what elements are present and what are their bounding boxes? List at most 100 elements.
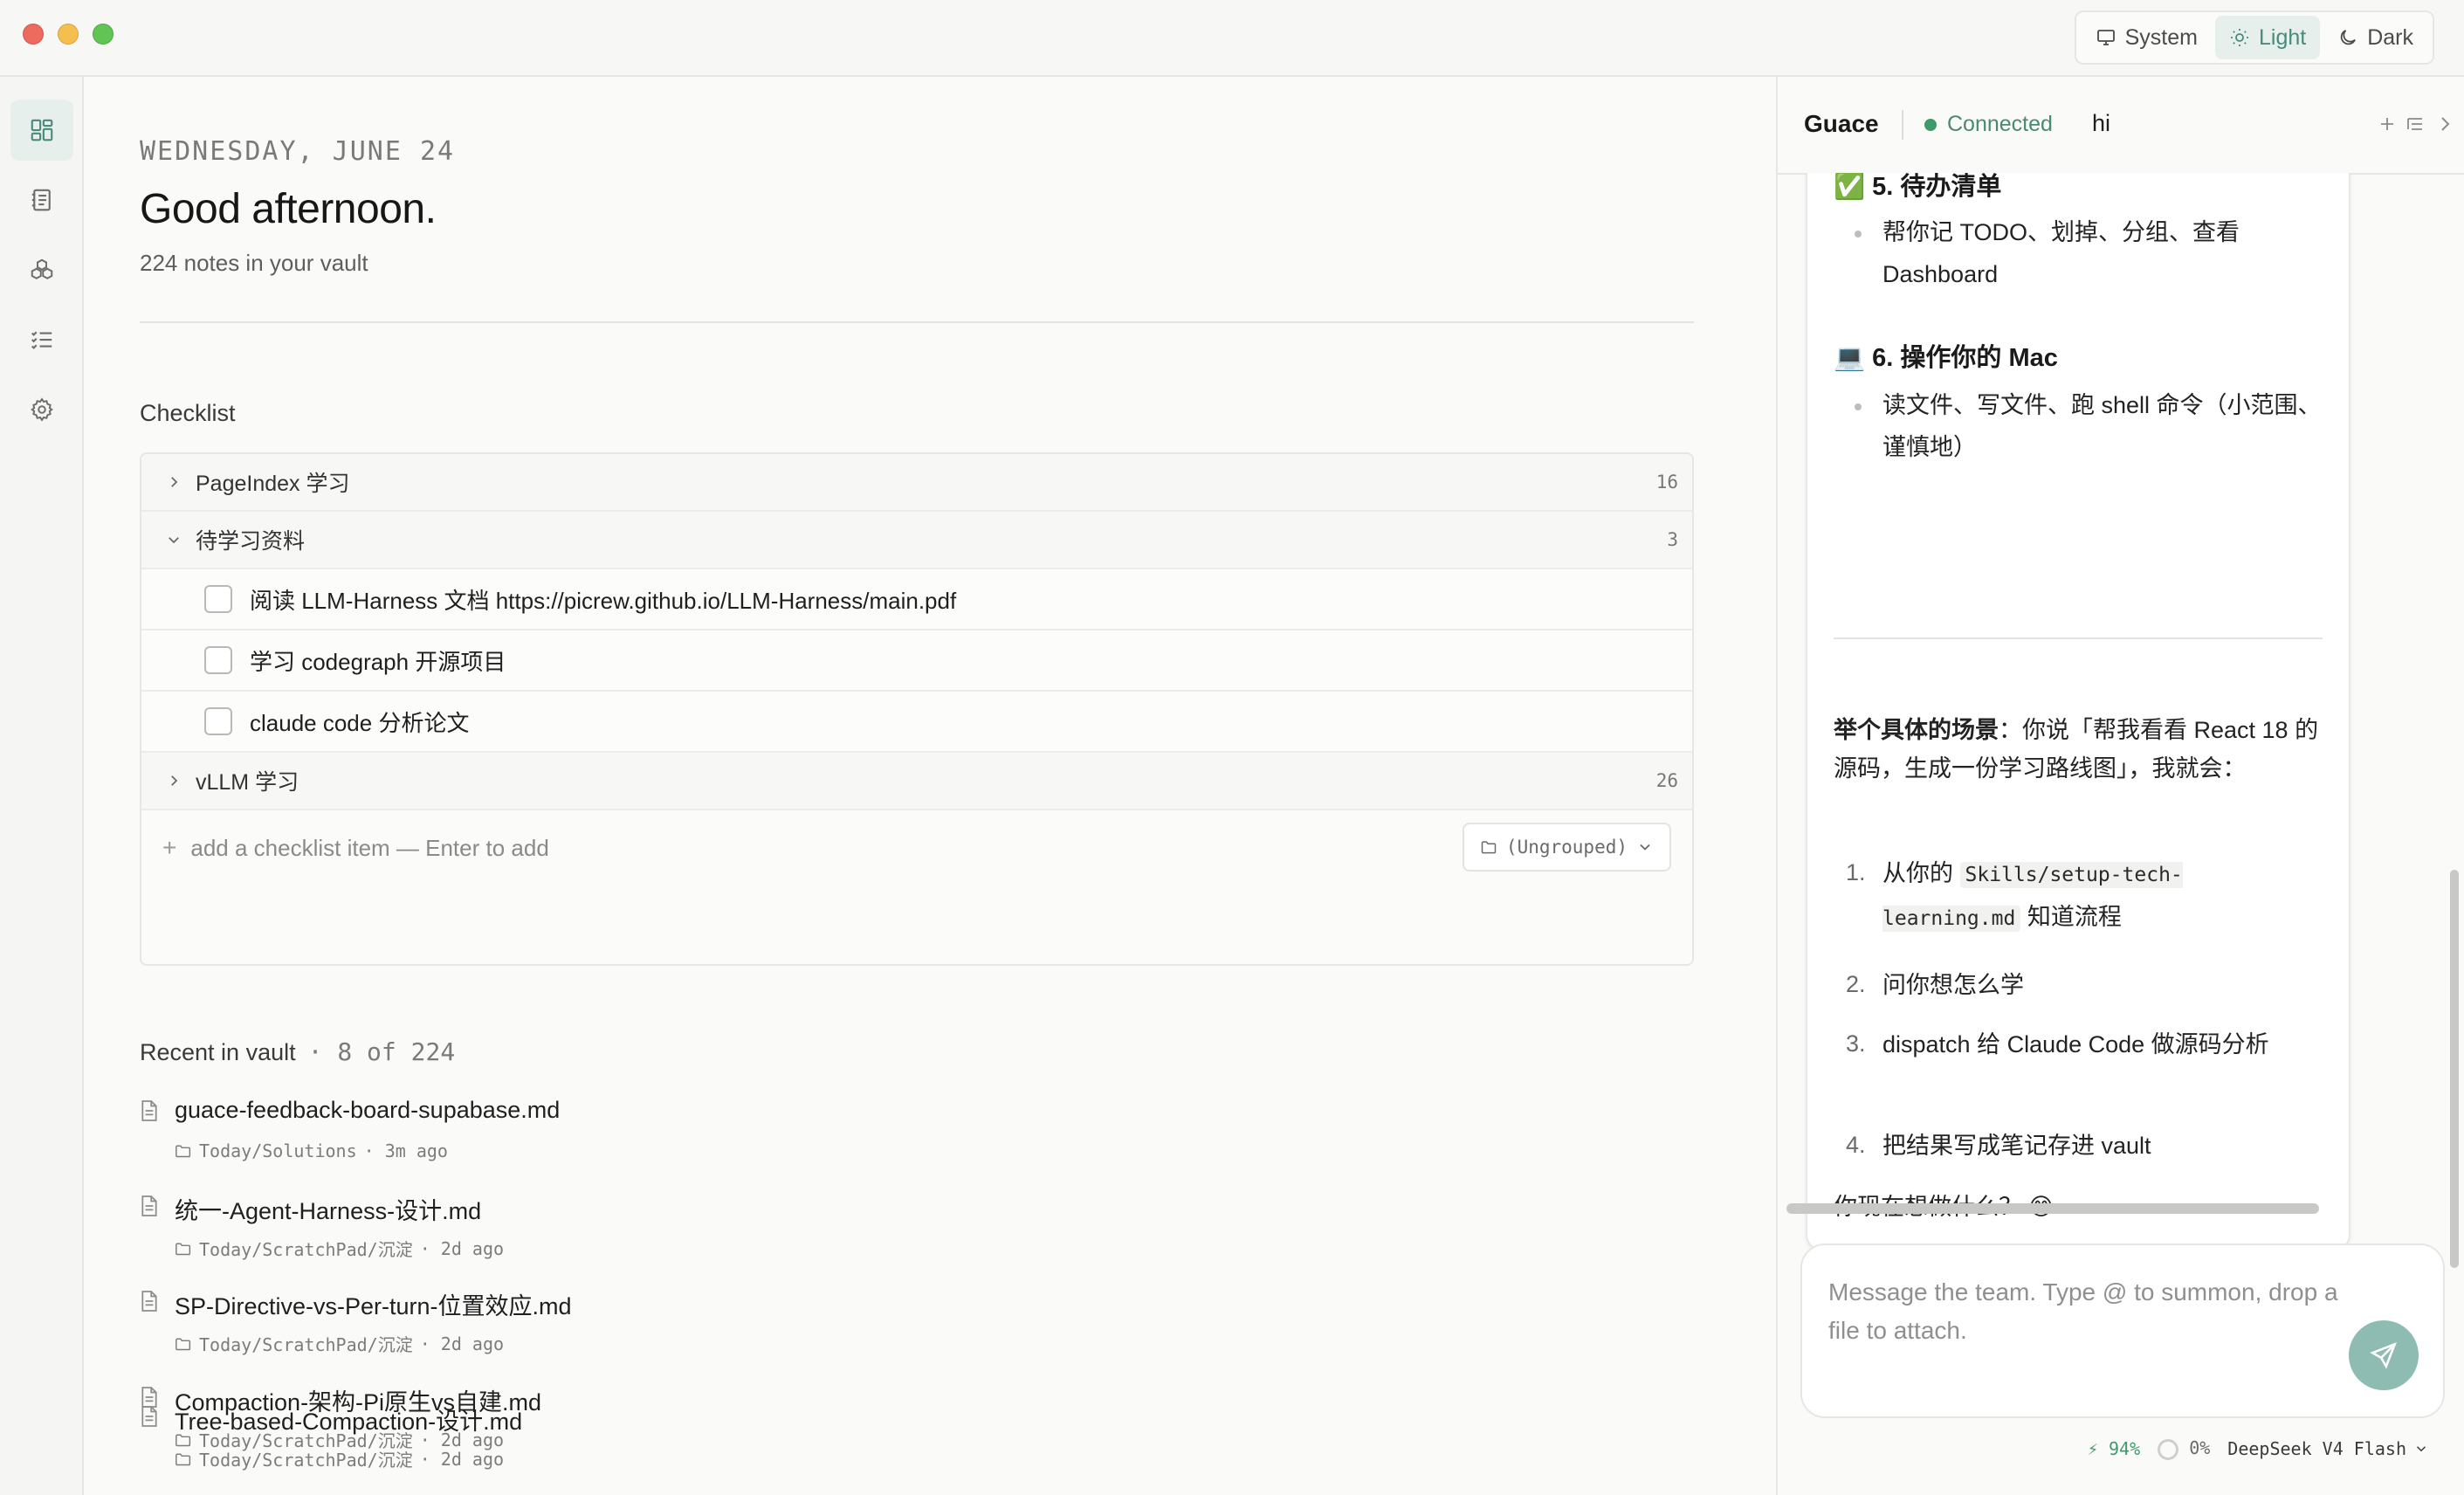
checklist-checkbox[interactable] <box>204 585 232 613</box>
zoom-window-button[interactable] <box>93 24 114 45</box>
recent-note[interactable]: SP-Directive-vs-Per-turn-位置效应.md Today/S… <box>140 1287 1449 1374</box>
chevron-right-icon <box>2441 117 2450 131</box>
plus-icon <box>2381 118 2393 130</box>
folder-icon <box>176 1338 191 1350</box>
status-dot-icon <box>1924 118 1937 131</box>
session-title[interactable]: hi <box>2092 110 2110 137</box>
note-filename[interactable]: 统一-Agent-Harness-设计.md <box>175 1192 481 1226</box>
step-text: 知道流程 <box>2020 904 2122 930</box>
bullet-icon <box>1851 227 1865 241</box>
message-step: dispatch 给 Claude Code 做源码分析 <box>1882 1031 2269 1058</box>
message-step: 从你的 Skills/setup-tech-learning.md 知道流程 <box>1882 852 2319 940</box>
message-divider <box>1834 637 2323 639</box>
recent-note[interactable]: guace-feedback-board-supabase.md Today/S… <box>140 1097 1449 1184</box>
send-button[interactable] <box>2349 1320 2419 1390</box>
checklist-checkbox[interactable] <box>204 646 232 674</box>
file-icon <box>141 1100 157 1121</box>
note-time: · 2d ago <box>419 1237 505 1259</box>
model-name: DeepSeek V4 Flash <box>2227 1437 2406 1459</box>
step-number: 1. <box>1846 859 1866 885</box>
bullet-icon <box>1851 400 1865 414</box>
group-count: 3 <box>1667 529 1678 550</box>
nav-dashboard[interactable] <box>10 100 73 161</box>
theme-option-label: System <box>2124 24 2198 50</box>
model-selector[interactable]: DeepSeek V4 Flash <box>2227 1438 2429 1459</box>
minimize-window-button[interactable] <box>58 24 79 45</box>
checklist-checkbox[interactable] <box>204 707 232 735</box>
close-window-button[interactable] <box>23 24 44 45</box>
chat-header: Guace Connected hi <box>1778 77 2464 175</box>
note-path: Today/Solutions <box>199 1140 357 1161</box>
chat-panel: Guace Connected hi ✅ 5. 待办清单 帮你记 TODO、划掉… <box>1776 77 2464 1495</box>
chevron-down-icon <box>1640 844 1650 851</box>
checklist-group-pageindex[interactable]: PageIndex 学习 16 <box>141 454 1692 512</box>
nav-integrations[interactable] <box>10 239 73 300</box>
vault-note-count: 224 notes in your vault <box>140 250 368 276</box>
send-icon <box>2370 1342 2397 1369</box>
recent-note[interactable]: 统一-Agent-Harness-设计.md Today/ScratchPad/… <box>140 1192 1449 1279</box>
group-label: PageIndex 学习 <box>196 472 350 496</box>
message-step: 把结果写成笔记存进 vault <box>1882 1133 2151 1159</box>
folder-icon <box>1481 841 1497 854</box>
file-icon <box>141 1406 157 1427</box>
message-paragraph: 举个具体的场景：你说「帮我看看 React 18 的源码，生成一份学习路线图」，… <box>1834 711 2323 788</box>
theme-option-light[interactable]: Light <box>2214 16 2321 59</box>
nav-settings[interactable] <box>10 379 73 440</box>
section-divider <box>140 321 1694 323</box>
file-icon <box>141 1291 157 1312</box>
chat-horizontal-scrollbar[interactable] <box>1786 1203 2319 1214</box>
step-number: 4. <box>1846 1132 1866 1158</box>
folder-icon <box>176 1243 191 1255</box>
checklist-item: 阅读 LLM-Harness 文档 https://picrew.github.… <box>141 569 1692 630</box>
message-input[interactable]: Message the team. Type @ to summon, drop… <box>1828 1273 2344 1350</box>
assistant-message: ✅ 5. 待办清单 帮你记 TODO、划掉、分组、查看 Dashboard 💻 … <box>1806 173 2350 1250</box>
note-filename[interactable]: SP-Directive-vs-Per-turn-位置效应.md <box>175 1287 572 1321</box>
checklist-group-study-materials[interactable]: 待学习资料 3 <box>141 512 1692 569</box>
message-heading-mac: 💻 6. 操作你的 Mac <box>1834 344 2058 372</box>
group-select-value: (Ungrouped) <box>1505 837 1628 858</box>
checklist-icon <box>31 331 52 349</box>
checklist-item-text[interactable]: claude code 分析论文 <box>250 706 469 738</box>
moon-icon <box>2340 30 2357 45</box>
note-meta: Today/ScratchPad/沉淀 · 2d ago <box>175 1236 504 1261</box>
folder-icon <box>176 1453 191 1465</box>
sun-icon <box>2230 29 2248 46</box>
recent-note[interactable]: Tree-based-Compaction-设计.md Today/Scratc… <box>140 1402 1449 1490</box>
chat-team-name: Guace <box>1804 110 1879 137</box>
step-text: 从你的 <box>1882 860 1960 886</box>
add-checklist-input[interactable]: add a checklist item — Enter to add <box>190 835 548 862</box>
cubes-icon <box>31 258 53 279</box>
context-ring-icon <box>2158 1438 2179 1460</box>
note-time: · 3m ago <box>363 1140 448 1161</box>
greeting-heading: Good afternoon. <box>140 186 437 232</box>
nav-notes[interactable] <box>10 169 73 231</box>
scenario-label: 举个具体的场景 <box>1834 717 1999 743</box>
note-meta: Today/Solutions · 3m ago <box>175 1140 448 1161</box>
theme-option-label: Dark <box>2367 24 2413 50</box>
note-filename[interactable]: Tree-based-Compaction-设计.md <box>175 1402 522 1436</box>
checklist-group-vllm[interactable]: vLLM 学习 26 <box>141 753 1692 810</box>
folder-icon <box>176 1145 191 1158</box>
step-number: 3. <box>1846 1030 1866 1057</box>
note-time: · 2d ago <box>419 1333 505 1354</box>
step-number: 2. <box>1846 971 1866 997</box>
message-heading-todo: ✅ 5. 待办清单 <box>1834 173 2002 201</box>
chevron-right-icon <box>171 775 178 786</box>
current-date: WEDNESDAY, JUNE 24 <box>140 136 456 167</box>
theme-option-label: Light <box>2258 24 2307 50</box>
group-select-dropdown[interactable]: (Ungrouped) <box>1462 823 1671 872</box>
add-checklist-item-row[interactable]: + add a checklist item — Enter to add (U… <box>141 809 1692 887</box>
note-filename[interactable]: guace-feedback-board-supabase.md <box>175 1097 560 1124</box>
checklist-item-text[interactable]: 学习 codegraph 开源项目 <box>250 644 506 677</box>
chevron-down-icon <box>2416 1445 2426 1452</box>
chat-vertical-scrollbar[interactable] <box>2450 870 2459 1268</box>
dashboard-icon <box>31 119 53 141</box>
context-usage: 0% <box>2158 1437 2210 1460</box>
theme-option-system[interactable]: System <box>2082 16 2212 59</box>
collapse-panel-button[interactable] <box>2427 107 2462 141</box>
message-paragraph: 帮你记 TODO、划掉、分组、查看 Dashboard <box>1882 219 2240 287</box>
checklist-item-text[interactable]: 阅读 LLM-Harness 文档 https://picrew.github.… <box>250 583 956 616</box>
nav-checklist[interactable] <box>10 309 73 370</box>
message-composer[interactable]: Message the team. Type @ to summon, drop… <box>1800 1244 2445 1418</box>
theme-option-dark[interactable]: Dark <box>2323 16 2427 59</box>
